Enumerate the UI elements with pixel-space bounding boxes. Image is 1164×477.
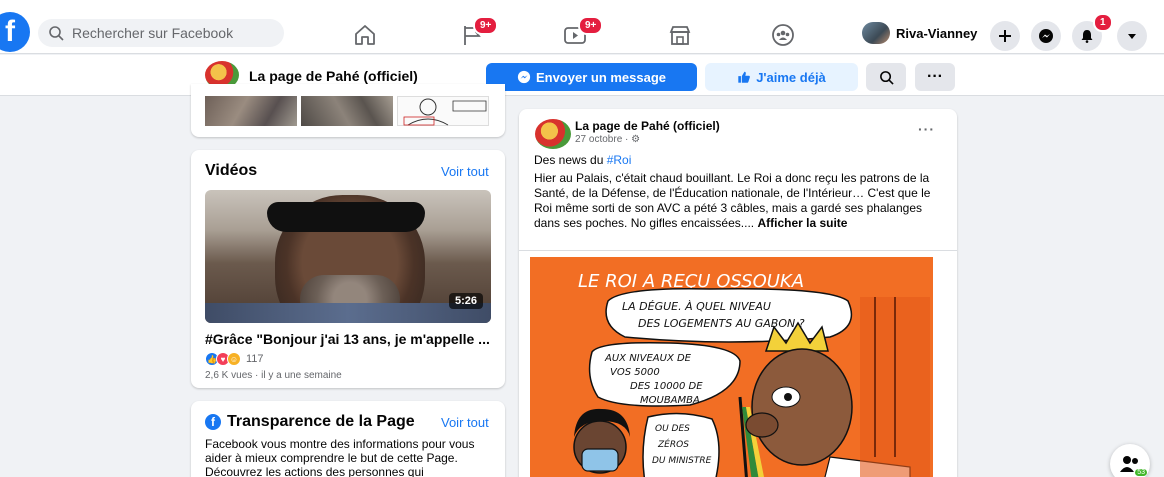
groups-icon[interactable] — [770, 22, 798, 48]
transparency-see-all-link[interactable]: Voir tout — [441, 415, 489, 430]
profile-name: Riva-Vianney — [896, 25, 978, 41]
marketplace-icon[interactable] — [667, 22, 695, 48]
send-message-label: Envoyer un message — [535, 69, 667, 85]
see-more-link[interactable]: Afficher la suite — [757, 216, 847, 230]
facebook-icon: f — [205, 414, 221, 430]
post-author-name[interactable]: La page de Pahé (officiel) — [575, 119, 720, 133]
contacts-chat-button[interactable]: 53 — [1110, 444, 1150, 477]
gear-icon: ⚙ — [631, 134, 641, 145]
bell-icon — [1081, 30, 1093, 43]
post-card: La page de Pahé (officiel) 27 octobre · … — [519, 109, 957, 477]
page-more-button[interactable]: ··· — [915, 63, 955, 91]
videos-title: Vidéos — [205, 162, 258, 179]
liked-label: J'aime déjà — [756, 69, 826, 85]
notifications-badge: 1 — [1093, 13, 1113, 32]
account-menu-button[interactable] — [1117, 21, 1147, 51]
watch-badge: 9+ — [578, 16, 604, 35]
reaction-count: 117 — [246, 353, 264, 365]
search-icon — [879, 70, 894, 85]
caret-down-icon — [1128, 34, 1136, 39]
pages-badge: 9+ — [473, 16, 499, 35]
post-cartoon-image[interactable]: LE ROI A REÇU OSSOUKA LA DÉGUE. À QUEL N… — [530, 257, 933, 477]
messenger-icon — [1039, 29, 1053, 43]
search-input[interactable] — [72, 25, 272, 41]
send-message-button[interactable]: Envoyer un message — [486, 63, 697, 91]
messenger-icon — [517, 70, 531, 84]
page-transparency-card: f Transparence de la Page Voir tout Face… — [191, 401, 505, 477]
hashtag-link[interactable]: #Roi — [607, 153, 632, 167]
plus-icon — [999, 30, 1011, 42]
haha-reaction-icon: ☺ — [227, 352, 241, 366]
post-tagline: Des news du #Roi — [534, 153, 631, 167]
divider — [519, 250, 957, 251]
videos-card: Vidéos Voir tout 5:26 #Grâce "Bonjour j'… — [191, 150, 505, 388]
tagline-prefix: Des news du — [534, 153, 607, 167]
transparency-title: Transparence de la Page — [227, 413, 415, 430]
video-thumbnail[interactable]: 5:26 — [205, 190, 491, 323]
page-header-bar: La page de Pahé (officiel) Envoyer un me… — [0, 55, 1164, 96]
page-search-button[interactable] — [866, 63, 906, 91]
video-title[interactable]: #Grâce "Bonjour j'ai 13 ans, je m'appell… — [205, 331, 495, 347]
video-duration: 5:26 — [448, 293, 483, 309]
profile-shortcut[interactable]: Riva-Vianney — [862, 22, 977, 44]
post-author-avatar[interactable] — [535, 119, 571, 149]
photo-thumbnail[interactable] — [301, 96, 393, 126]
page-name[interactable]: La page de Pahé (officiel) — [249, 68, 418, 84]
post-body: Hier au Palais, c'était chaud bouillant.… — [534, 171, 946, 231]
transparency-text: Facebook vous montre des informations po… — [205, 437, 475, 477]
facebook-logo-icon[interactable]: f — [0, 12, 30, 52]
post-date-text: 27 octobre · — [575, 134, 632, 145]
create-button[interactable] — [990, 21, 1020, 51]
video-reactions[interactable]: 👍 ♥ ☺ 117 — [205, 352, 264, 366]
search-box[interactable] — [38, 19, 284, 47]
videos-see-all-link[interactable]: Voir tout — [441, 164, 489, 179]
online-count-badge: 53 — [1135, 469, 1147, 476]
post-date[interactable]: 27 octobre · ⚙ — [575, 134, 640, 145]
top-navigation-bar: f 9+ 9+ Riva-Vianney 1 — [0, 0, 1164, 54]
photo-thumbnail[interactable] — [397, 96, 489, 126]
messenger-button[interactable] — [1031, 21, 1061, 51]
photo-thumbnail[interactable] — [205, 96, 297, 126]
post-body-text: Hier au Palais, c'était chaud bouillant.… — [534, 171, 931, 230]
photos-card — [191, 84, 505, 137]
avatar — [862, 22, 890, 44]
home-icon[interactable] — [352, 22, 380, 48]
video-meta: 2,6 K vues · il y a une semaine — [205, 370, 342, 381]
liked-button[interactable]: J'aime déjà — [705, 63, 858, 91]
post-options-button[interactable]: ··· — [918, 121, 935, 137]
search-icon — [49, 26, 64, 41]
thumbs-up-icon — [738, 71, 751, 83]
